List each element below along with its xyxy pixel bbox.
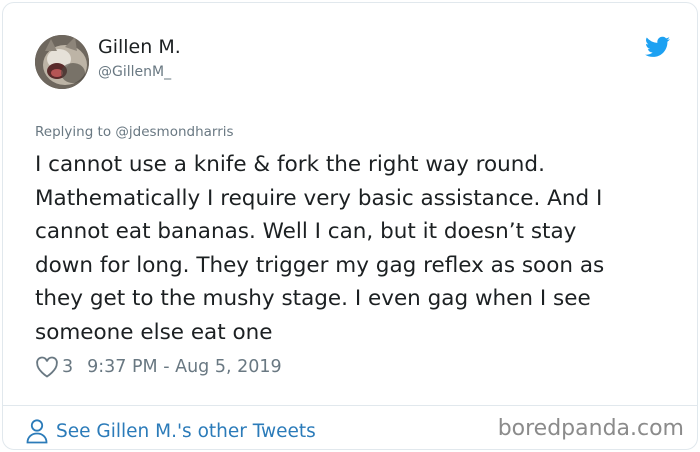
tweet-meta: 3 9:37 PM - Aug 5, 2019	[35, 353, 282, 381]
tweet-line: I cannot use a knife & fork the right wa…	[35, 152, 545, 177]
tweet-card: Gillen M. @GillenM_ Replying to @jdesmon…	[2, 2, 698, 450]
tweet-timestamp[interactable]: 9:37 PM - Aug 5, 2019	[87, 357, 281, 377]
avatar[interactable]	[35, 35, 89, 89]
boredpanda-watermark: boredpanda.com	[497, 416, 684, 441]
cat-avatar-icon	[35, 35, 89, 89]
tweet-text: I cannot use a knife & fork the right wa…	[35, 148, 683, 349]
tweet-line: someone else eat one	[35, 319, 273, 345]
heart-icon[interactable]	[35, 356, 59, 378]
see-other-tweets-label[interactable]: See Gillen M.'s other Tweets	[56, 421, 316, 442]
tweet-line: cannot eat bananas. Well I can, but it d…	[35, 219, 577, 244]
divider	[3, 405, 697, 406]
see-other-tweets-link[interactable]: See Gillen M.'s other Tweets	[25, 417, 316, 445]
tweet-line: down for long. They trigger my gag refle…	[35, 252, 605, 278]
like-count[interactable]: 3	[62, 357, 73, 377]
twitter-bird-icon[interactable]	[645, 36, 670, 58]
author-display-name[interactable]: Gillen M.	[98, 36, 181, 58]
author-handle[interactable]: @GillenM_	[98, 64, 171, 80]
tweet-line: Mathematically I require very basic assi…	[35, 185, 603, 211]
person-icon	[26, 419, 48, 444]
tweet-line: they get to the mushy stage. I even gag …	[35, 286, 591, 311]
reply-to-line[interactable]: Replying to @jdesmondharris	[35, 124, 234, 140]
